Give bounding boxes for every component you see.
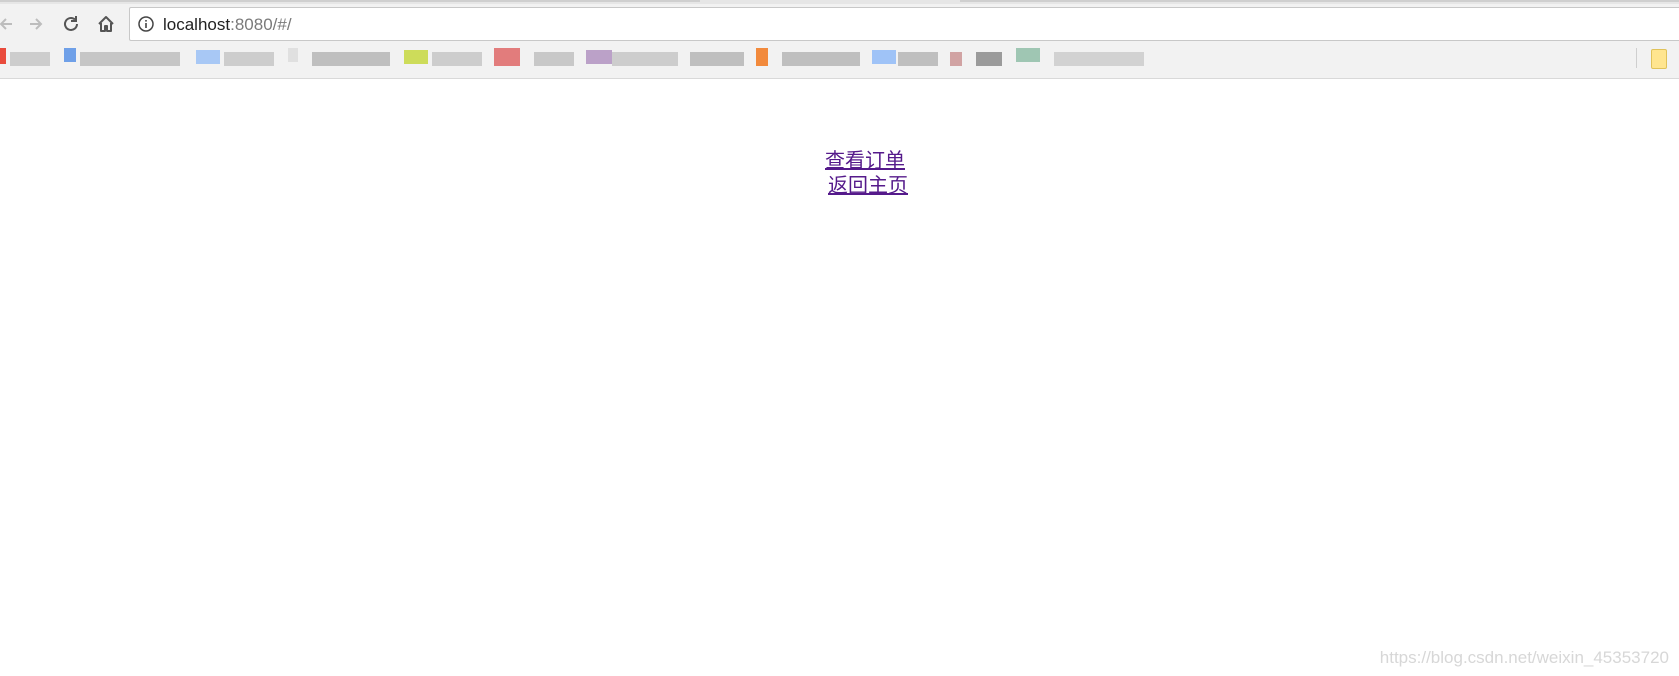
arrow-right-icon bbox=[27, 15, 45, 33]
bookmark-item[interactable] bbox=[224, 52, 274, 66]
reload-icon bbox=[61, 14, 81, 34]
bookmark-item[interactable] bbox=[312, 52, 390, 66]
bookmark-item[interactable] bbox=[1016, 48, 1040, 62]
bookmark-item[interactable] bbox=[494, 48, 520, 66]
bookmark-item[interactable] bbox=[432, 52, 482, 66]
bookmark-item[interactable] bbox=[976, 52, 1002, 66]
bookmarks-bar bbox=[0, 44, 1679, 78]
bookmark-item[interactable] bbox=[288, 48, 298, 62]
home-button[interactable] bbox=[92, 10, 120, 38]
bookmark-item[interactable] bbox=[756, 48, 768, 66]
bookmark-item[interactable] bbox=[612, 52, 678, 66]
info-icon[interactable] bbox=[138, 16, 154, 32]
url-host: localhost bbox=[163, 15, 231, 34]
arrow-left-icon bbox=[0, 15, 15, 33]
bookmark-item[interactable] bbox=[64, 48, 76, 62]
browser-chrome: localhost:8080/#/ bbox=[0, 0, 1679, 79]
bookmark-item[interactable] bbox=[586, 50, 612, 64]
bookmark-item[interactable] bbox=[10, 52, 50, 66]
address-url: localhost:8080/#/ bbox=[163, 15, 292, 35]
bookmark-item[interactable] bbox=[690, 52, 744, 66]
bookmark-item[interactable] bbox=[782, 52, 860, 66]
bookmarks-separator bbox=[1636, 48, 1637, 68]
bookmark-item[interactable] bbox=[534, 52, 574, 66]
browser-toolbar: localhost:8080/#/ bbox=[0, 4, 1679, 44]
bookmark-item[interactable] bbox=[80, 52, 180, 66]
bookmark-item[interactable] bbox=[1054, 52, 1144, 66]
page-content: 查看订单 返回主页 https://blog.csdn.net/weixin_4… bbox=[0, 78, 1679, 676]
bookmark-item[interactable] bbox=[404, 50, 428, 64]
bookmark-item[interactable] bbox=[950, 52, 962, 66]
url-path: :8080/#/ bbox=[230, 15, 292, 34]
other-bookmarks-folder-icon[interactable] bbox=[1651, 49, 1667, 69]
address-bar[interactable]: localhost:8080/#/ bbox=[129, 7, 1679, 41]
forward-button[interactable] bbox=[22, 10, 50, 38]
bookmark-item[interactable] bbox=[872, 50, 896, 64]
back-home-link[interactable]: 返回主页 bbox=[828, 169, 908, 198]
back-button[interactable] bbox=[0, 10, 20, 38]
bookmark-item[interactable] bbox=[0, 48, 6, 64]
bookmark-item[interactable] bbox=[898, 52, 938, 66]
reload-button[interactable] bbox=[57, 10, 85, 38]
home-icon bbox=[96, 14, 116, 34]
bookmark-item[interactable] bbox=[196, 50, 220, 64]
watermark: https://blog.csdn.net/weixin_45353720 bbox=[1379, 648, 1669, 667]
